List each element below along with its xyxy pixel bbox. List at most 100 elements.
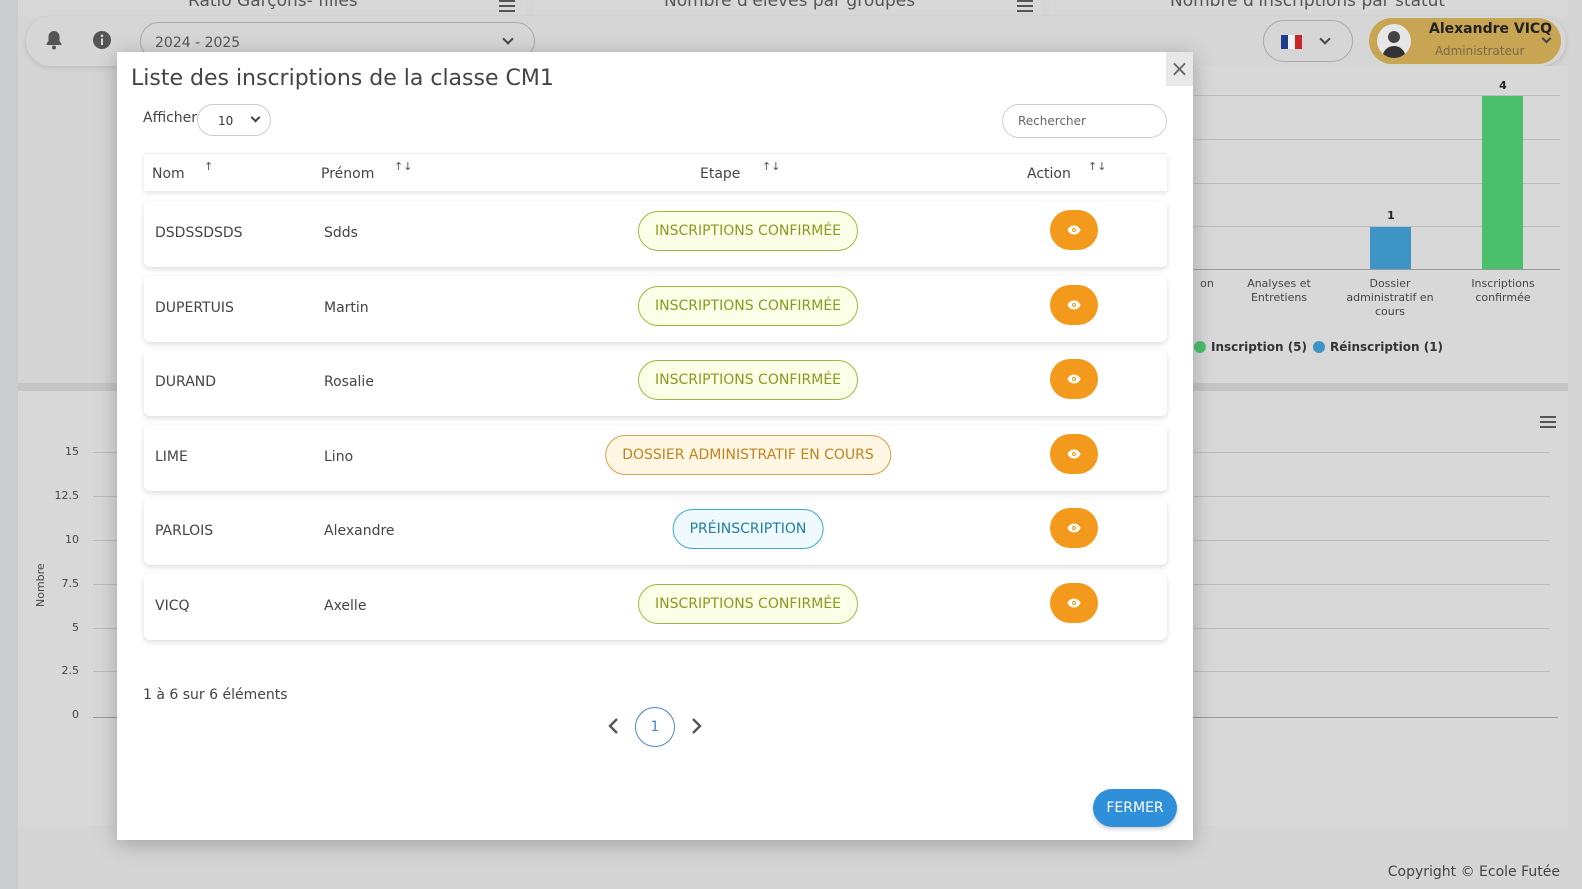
table-row: VICQ Axelle INSCRIPTIONS CONFIRMÉE bbox=[144, 573, 1167, 640]
cell-nom: DSDSSDSDS bbox=[155, 225, 243, 241]
previous-page-button[interactable] bbox=[602, 715, 624, 737]
close-icon[interactable]: × bbox=[1166, 52, 1193, 86]
view-button[interactable] bbox=[1050, 359, 1098, 399]
cell-prenom: Martin bbox=[324, 299, 369, 316]
menu-icon[interactable] bbox=[1017, 0, 1033, 12]
page-button-current[interactable]: 1 bbox=[635, 707, 675, 747]
info-icon[interactable] bbox=[91, 29, 113, 51]
card-groups-header: Nombre d'élèves par groupes bbox=[534, 0, 1042, 16]
school-year-value: 2024 - 2025 bbox=[155, 35, 241, 51]
bell-icon[interactable] bbox=[43, 29, 65, 51]
legend-reinscription[interactable]: Réinscription (1) bbox=[1330, 340, 1443, 354]
table-row: DURAND Rosalie INSCRIPTIONS CONFIRMÉE bbox=[144, 350, 1167, 416]
page-length-label: Afficher bbox=[143, 110, 198, 126]
card-title-status: Nombre d'inscriptions par statut bbox=[1170, 0, 1446, 11]
eye-icon bbox=[1067, 225, 1081, 235]
status-badge: INSCRIPTIONS CONFIRMÉE bbox=[637, 285, 859, 326]
category-label: Inscriptions confirmée bbox=[1471, 277, 1535, 304]
page-length-value: 10 bbox=[218, 114, 234, 128]
chevron-left-icon bbox=[608, 718, 618, 734]
bar-value-label: 1 bbox=[1387, 209, 1395, 222]
card-gender-ratio-header: Ratio Garçons- filles bbox=[18, 0, 526, 16]
cell-prenom: Lino bbox=[324, 448, 354, 465]
cell-nom: LIME bbox=[155, 448, 188, 465]
cell-nom: VICQ bbox=[155, 597, 190, 614]
view-button[interactable] bbox=[1050, 284, 1098, 325]
cell-prenom: Axelle bbox=[324, 597, 367, 614]
column-header-nom[interactable]: Nom bbox=[152, 166, 185, 182]
chevron-right-icon bbox=[692, 718, 702, 734]
y-tick: 12.5 bbox=[54, 489, 80, 502]
y-tick: 2.5 bbox=[61, 664, 80, 677]
chevron-down-icon bbox=[250, 112, 261, 123]
cell-prenom: Alexandre bbox=[324, 523, 395, 539]
page-length-select[interactable]: 10 bbox=[197, 104, 271, 136]
table-row: DSDSSDSDS Sdds INSCRIPTIONS CONFIRMÉE bbox=[144, 201, 1167, 267]
status-badge: INSCRIPTIONS CONFIRMÉE bbox=[637, 211, 859, 251]
bar-dossier-administratif bbox=[1370, 227, 1411, 269]
status-badge: DOSSIER ADMINISTRATIF EN COURS bbox=[605, 434, 891, 475]
bar-value-label: 4 bbox=[1499, 79, 1507, 92]
copyright: Copyright © Ecole Futée bbox=[1387, 864, 1560, 880]
card-title-gender-ratio: Ratio Garçons- filles bbox=[188, 0, 358, 11]
cell-nom: PARLOIS bbox=[155, 523, 214, 539]
chevron-down-icon bbox=[1319, 33, 1331, 45]
registrations-modal: Liste des inscriptions de la classe CM1 … bbox=[117, 52, 1193, 840]
column-header-etape[interactable]: Etape bbox=[700, 166, 740, 182]
sort-icon[interactable]: ↑↓ bbox=[394, 161, 412, 172]
view-button[interactable] bbox=[1050, 582, 1098, 623]
modal-title: Liste des inscriptions de la classe CM1 bbox=[131, 66, 554, 91]
column-header-prenom[interactable]: Prénom bbox=[321, 166, 374, 182]
bar-inscriptions-confirmee bbox=[1482, 96, 1523, 269]
status-chart-card: 1 4 on Analyses et Entretiens Dossier ad… bbox=[1194, 66, 1568, 384]
chevron-down-icon bbox=[502, 33, 514, 45]
table-header: Nom ↑ Prénom ↑↓ Etape ↑↓ Action ↑↓ bbox=[144, 153, 1167, 191]
sort-icon[interactable]: ↑↓ bbox=[1088, 161, 1106, 172]
view-button[interactable] bbox=[1050, 210, 1098, 250]
close-button[interactable]: FERMER bbox=[1093, 789, 1177, 827]
y-tick: 5 bbox=[72, 621, 79, 634]
cell-prenom: Rosalie bbox=[324, 374, 374, 390]
cell-nom: DURAND bbox=[155, 374, 217, 390]
legend-marker-reinscription bbox=[1313, 341, 1325, 353]
status-badge: INSCRIPTIONS CONFIRMÉE bbox=[637, 583, 859, 624]
user-role: Administrateur bbox=[1435, 44, 1525, 58]
eye-icon bbox=[1067, 374, 1081, 384]
status-badge: PRÉINSCRIPTION bbox=[672, 509, 824, 549]
card-status-header: Nombre d'inscriptions par statut bbox=[1050, 0, 1568, 16]
cell-nom: DUPERTUIS bbox=[155, 299, 234, 316]
column-header-action[interactable]: Action bbox=[1027, 166, 1071, 182]
table-info: 1 à 6 sur 6 éléments bbox=[143, 687, 288, 703]
eye-icon bbox=[1067, 449, 1081, 458]
next-page-button[interactable] bbox=[686, 715, 708, 737]
table-row: DUPERTUIS Martin INSCRIPTIONS CONFIRMÉE bbox=[144, 275, 1167, 342]
menu-icon[interactable] bbox=[499, 0, 515, 12]
user-menu[interactable]: Alexandre VICQ Administrateur bbox=[1369, 18, 1561, 64]
y-tick: 10 bbox=[65, 533, 79, 546]
legend-inscription[interactable]: Inscription (5) bbox=[1211, 340, 1307, 354]
eye-icon bbox=[1067, 598, 1081, 607]
x-axis bbox=[1194, 269, 1560, 270]
status-badge: INSCRIPTIONS CONFIRMÉE bbox=[637, 360, 859, 400]
legend-marker-inscription bbox=[1194, 341, 1206, 353]
sort-icon[interactable]: ↑↓ bbox=[762, 161, 780, 172]
card-title-groups: Nombre d'élèves par groupes bbox=[664, 0, 916, 11]
language-select[interactable] bbox=[1263, 20, 1353, 62]
table-row: PARLOIS Alexandre PRÉINSCRIPTION bbox=[144, 499, 1167, 565]
y-tick: 0 bbox=[72, 708, 79, 721]
category-label: on bbox=[1200, 277, 1214, 290]
view-button[interactable] bbox=[1050, 433, 1098, 474]
cell-prenom: Sdds bbox=[324, 225, 358, 241]
sort-asc-icon[interactable]: ↑ bbox=[204, 161, 213, 172]
category-label: Analyses et Entretiens bbox=[1247, 277, 1311, 304]
y-tick: 7.5 bbox=[61, 577, 80, 590]
table-row: LIME Lino DOSSIER ADMINISTRATIF EN COURS bbox=[144, 424, 1167, 491]
avatar bbox=[1377, 24, 1411, 58]
search-input[interactable] bbox=[1002, 104, 1167, 138]
user-name: Alexandre VICQ bbox=[1429, 21, 1553, 37]
menu-icon[interactable] bbox=[1540, 416, 1556, 428]
eye-icon bbox=[1067, 300, 1081, 309]
eye-icon bbox=[1067, 523, 1081, 533]
category-label: Dossier administratif en cours bbox=[1346, 277, 1434, 318]
view-button[interactable] bbox=[1050, 508, 1098, 548]
